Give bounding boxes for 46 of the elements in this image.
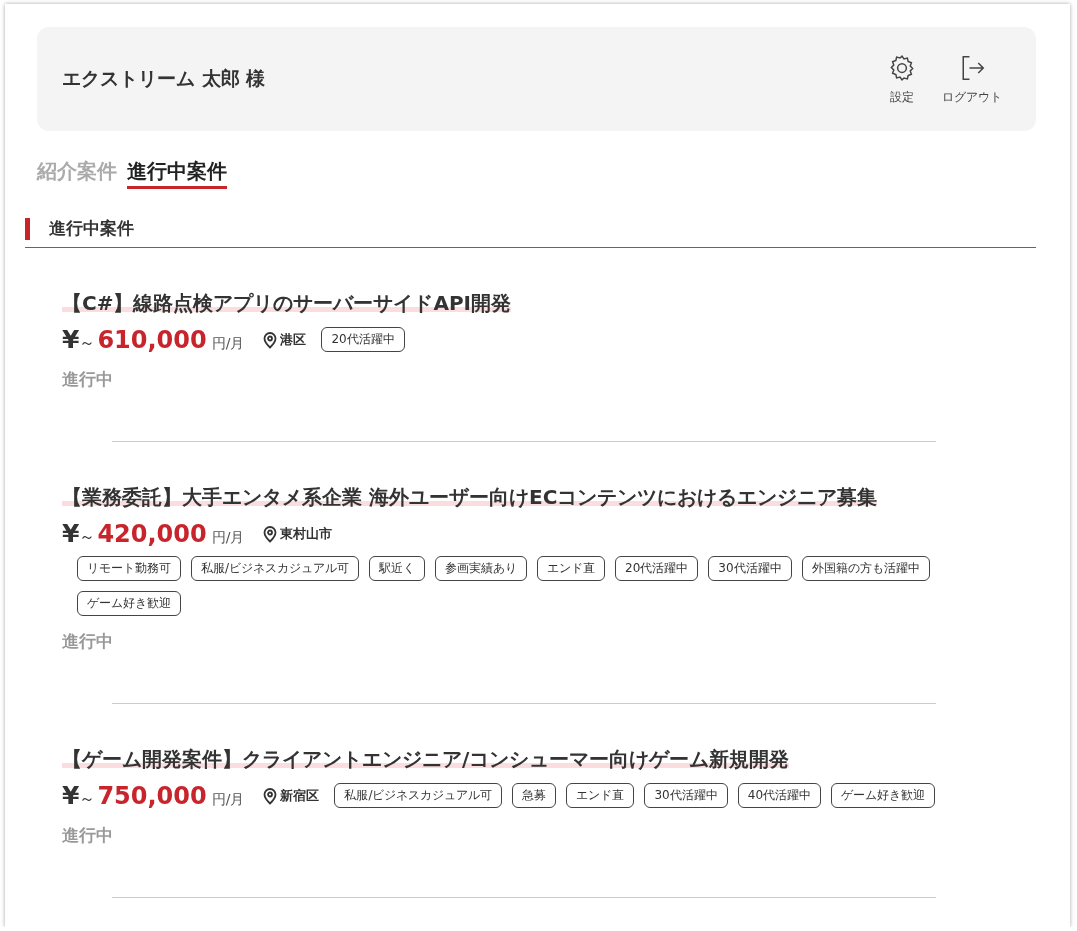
- tab[interactable]: 進行中案件: [127, 158, 227, 189]
- user-name: エクストリーム 太郎 様: [62, 66, 266, 91]
- job-tag: 参画実績あり: [435, 556, 528, 581]
- salary-amount: 750,000: [97, 782, 207, 810]
- job-tag: リモート勤務可: [77, 556, 181, 581]
- job-tag: 30代活躍中: [708, 556, 792, 581]
- job-tag: 私服/ビジネスカジュアル可: [191, 556, 360, 581]
- job-tag: 20代活躍中: [615, 556, 699, 581]
- job-status: 進行中: [62, 630, 114, 653]
- job-title[interactable]: 【ゲーム開発案件】クライアントエンジニア/コンシューマー向けゲーム新規開発: [62, 746, 790, 773]
- location-pin-icon: [262, 786, 279, 805]
- job-tag: 急募: [512, 783, 557, 808]
- section-title: 進行中案件: [49, 217, 134, 240]
- currency-sign: ¥: [62, 325, 80, 354]
- settings-button[interactable]: 設定: [886, 52, 918, 106]
- location-pin-icon: [262, 524, 279, 543]
- job-tag: 20代活躍中: [321, 327, 405, 352]
- salary-amount: 420,000: [97, 520, 207, 548]
- salary-unit: 円/月: [211, 335, 245, 353]
- currency-sign: ¥: [62, 781, 80, 810]
- job-tag: 外国籍の方も活躍中: [801, 556, 930, 581]
- job-tag: 私服/ビジネスカジュアル可: [334, 783, 503, 808]
- currency-sign: ¥: [62, 519, 80, 548]
- location-text: 新宿区: [280, 786, 320, 805]
- salary-amount: 610,000: [97, 326, 207, 354]
- job-tag: 40代活躍中: [737, 783, 822, 808]
- job-title[interactable]: 【業務委託】大手エンタメ系企業 海外ユーザー向けECコンテンツにおけるエンジニア募集: [62, 484, 878, 511]
- job-tag: エンド直: [537, 556, 606, 581]
- job-tag: ゲーム好き歓迎: [77, 591, 181, 616]
- job-tag: エンド直: [566, 783, 635, 808]
- logout-button[interactable]: ログアウト: [942, 52, 1002, 106]
- job-title[interactable]: 【C#】線路点検アプリのサーバーサイドAPI開発: [62, 290, 511, 317]
- location-text: 東村山市: [280, 524, 333, 543]
- tilde-sign: ～: [79, 789, 96, 810]
- location-text: 港区: [280, 330, 307, 349]
- job-tag: 駅近く: [369, 556, 426, 581]
- tilde-sign: ～: [79, 527, 96, 548]
- job-tag: ゲーム好き歓迎: [831, 783, 936, 808]
- salary-unit: 円/月: [211, 791, 245, 809]
- job-status: 進行中: [62, 824, 114, 847]
- section-marker: [25, 217, 30, 240]
- salary-unit: 円/月: [211, 529, 245, 547]
- job-status: 進行中: [62, 368, 114, 391]
- job-tag: 30代活躍中: [644, 783, 728, 808]
- tilde-sign: ～: [79, 333, 96, 354]
- location-pin-icon: [262, 330, 279, 349]
